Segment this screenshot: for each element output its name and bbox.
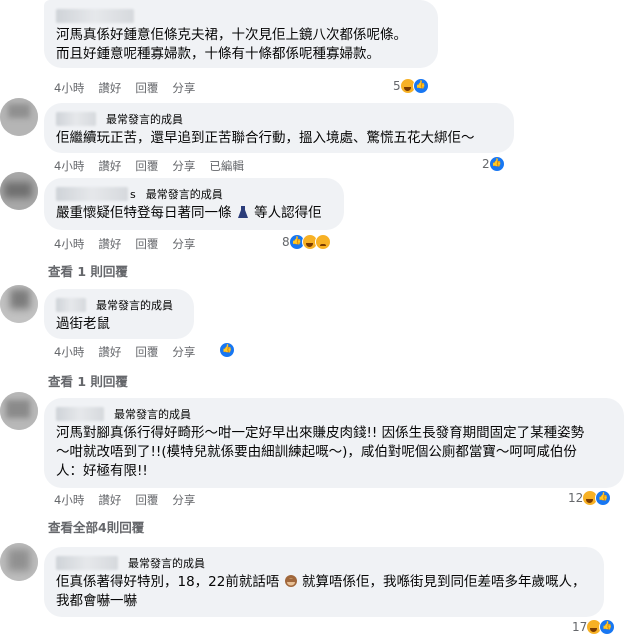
reply-button[interactable]: 回覆 <box>135 236 158 252</box>
dress-icon <box>237 206 248 218</box>
author-name[interactable] <box>56 407 104 421</box>
avatar[interactable] <box>0 172 38 210</box>
avatar[interactable] <box>0 98 38 136</box>
author-name-suffix: s <box>130 187 136 201</box>
comment-bubble: 最常發言的成員 佢繼續玩正苦，還早追到正苦聯合行動，搵入境處、驚慌五花大綁佢～ <box>44 103 514 153</box>
like-icon <box>599 619 616 635</box>
author-row: 最常發言的成員 <box>56 109 502 129</box>
top-commenter-badge: 最常發言的成員 <box>96 299 173 312</box>
comment-bubble: 河馬真係好鍾意佢條克夫裙，十次見佢上鏡八次都係呢條。 而且好鍾意呢種寡婦款，十條… <box>44 0 438 68</box>
reply-button[interactable]: 回覆 <box>135 80 158 96</box>
comment-actions: 4小時 讚好 回覆 分享 <box>54 492 195 508</box>
timestamp[interactable]: 4小時 <box>54 158 84 174</box>
author-name[interactable] <box>56 298 86 312</box>
like-button[interactable]: 讚好 <box>98 344 121 360</box>
comment-actions: 4小時 讚好 回覆 分享 <box>54 80 195 96</box>
sad-icon <box>314 234 331 250</box>
view-replies-link[interactable]: 查看 1 則回覆 <box>48 261 128 280</box>
reaction-summary[interactable] <box>219 342 235 358</box>
reply-button[interactable]: 回覆 <box>135 344 158 360</box>
top-commenter-badge: 最常發言的成員 <box>114 408 191 421</box>
timestamp[interactable]: 4小時 <box>54 492 84 508</box>
avatar[interactable] <box>0 392 38 430</box>
comment-text-part: 等人認得佢 <box>254 205 322 221</box>
comment-text: 過街老鼠 <box>56 316 110 332</box>
comment-text: 佢繼續玩正苦，還早追到正苦聯合行動，搵入境處、驚慌五花大綁佢～ <box>56 130 475 146</box>
reply-button[interactable]: 回覆 <box>135 492 158 508</box>
top-commenter-badge: 最常發言的成員 <box>106 113 183 126</box>
view-replies-link[interactable]: 查看全部4則回覆 <box>48 517 144 536</box>
reaction-count: 17 <box>572 620 588 634</box>
comment-text-part: 嚴重懷疑佢特登每日著同一條 <box>56 205 232 221</box>
comment-actions: 4小時 讚好 回覆 分享 <box>54 344 195 360</box>
share-button[interactable]: 分享 <box>172 236 195 252</box>
like-button[interactable]: 讚好 <box>98 236 121 252</box>
like-button[interactable]: 讚好 <box>98 492 121 508</box>
view-replies-link[interactable]: 查看 1 則回覆 <box>48 371 128 390</box>
author-name[interactable] <box>56 9 134 23</box>
reaction-summary[interactable]: 5 <box>393 78 429 94</box>
author-row: 最常發言的成員 <box>56 553 592 573</box>
reaction-summary[interactable]: 12 <box>568 490 612 506</box>
edited-label[interactable]: 已編輯 <box>209 158 244 174</box>
comment-bubble: 最常發言的成員 佢真係著得好特別，18，22前就話唔 就算唔係佢，我喺街見到同佢… <box>44 547 604 617</box>
comment-actions: 4小時 讚好 回覆 分享 <box>54 236 195 252</box>
comment-bubble: 最常發言的成員 河馬對腳真係行得好畸形～咁一定好早出來賺皮肉錢!! 因係生長發育… <box>44 398 624 488</box>
share-button[interactable]: 分享 <box>172 344 195 360</box>
reaction-count: 12 <box>568 491 584 505</box>
comment-text: 佢真係著得好特別，18，22前就話唔 就算唔係佢，我喺街見到同佢差唔多年歲嘅人， <box>56 573 592 592</box>
share-button[interactable]: 分享 <box>172 158 195 174</box>
like-button[interactable]: 讚好 <box>98 158 121 174</box>
share-button[interactable]: 分享 <box>172 80 195 96</box>
reaction-summary[interactable]: 17 <box>572 619 616 635</box>
author-row: 最常發言的成員 <box>56 295 182 315</box>
reaction-summary[interactable]: 2 <box>482 156 505 172</box>
like-button[interactable]: 讚好 <box>98 80 121 96</box>
like-icon <box>219 342 235 358</box>
comment-text: 人：好極有限!! <box>56 463 148 479</box>
timestamp[interactable]: 4小時 <box>54 344 84 360</box>
avatar[interactable] <box>0 543 38 581</box>
comment-text: 我都會嚇一嚇 <box>56 593 137 609</box>
author-row: s 最常發言的成員 <box>56 184 332 204</box>
like-icon <box>595 490 612 506</box>
author-name[interactable] <box>56 556 118 570</box>
like-icon <box>488 156 505 172</box>
share-button[interactable]: 分享 <box>172 492 195 508</box>
reaction-summary[interactable]: 8 <box>282 234 331 250</box>
author-name[interactable] <box>56 112 96 126</box>
author-name[interactable] <box>56 187 128 201</box>
timestamp[interactable]: 4小時 <box>54 236 84 252</box>
comment-text: ～咁就改唔到了!!(模特兒就係要由細訓練起嘅～)，咸伯對呢個公廁都當寶～呵呵咸伯… <box>56 444 577 460</box>
top-commenter-badge: 最常發言的成員 <box>145 188 223 201</box>
see-no-evil-monkey-icon <box>284 575 297 587</box>
reply-button[interactable]: 回覆 <box>135 158 158 174</box>
comment-text: 河馬真係好鍾意佢條克夫裙，十次見佢上鏡八次都係呢條。 <box>56 27 407 43</box>
top-commenter-badge: 最常發言的成員 <box>128 557 205 570</box>
comment-actions: 4小時 讚好 回覆 分享 已編輯 <box>54 158 244 174</box>
comment-bubble: s 最常發言的成員 嚴重懷疑佢特登每日著同一條 等人認得佢 <box>44 178 344 230</box>
comment-text-part: 佢真係著得好特別，18，22前就話唔 <box>56 574 280 590</box>
comment-text: 河馬對腳真係行得好畸形～咁一定好早出來賺皮肉錢!! 因係生長發育期間固定了某種姿… <box>56 425 585 441</box>
avatar[interactable] <box>0 285 38 323</box>
comment-text: 嚴重懷疑佢特登每日著同一條 等人認得佢 <box>56 204 332 223</box>
timestamp[interactable]: 4小時 <box>54 80 84 96</box>
author-row <box>56 6 426 26</box>
author-row: 最常發言的成員 <box>56 404 612 424</box>
comment-bubble: 最常發言的成員 過街老鼠 <box>44 289 194 339</box>
comment-text: 而且好鍾意呢種寡婦款，十條有十條都係呢種寡婦款。 <box>56 46 380 62</box>
like-icon <box>412 78 429 94</box>
comment-text-part: 就算唔係佢，我喺街見到同佢差唔多年歲嘅人， <box>301 574 586 590</box>
